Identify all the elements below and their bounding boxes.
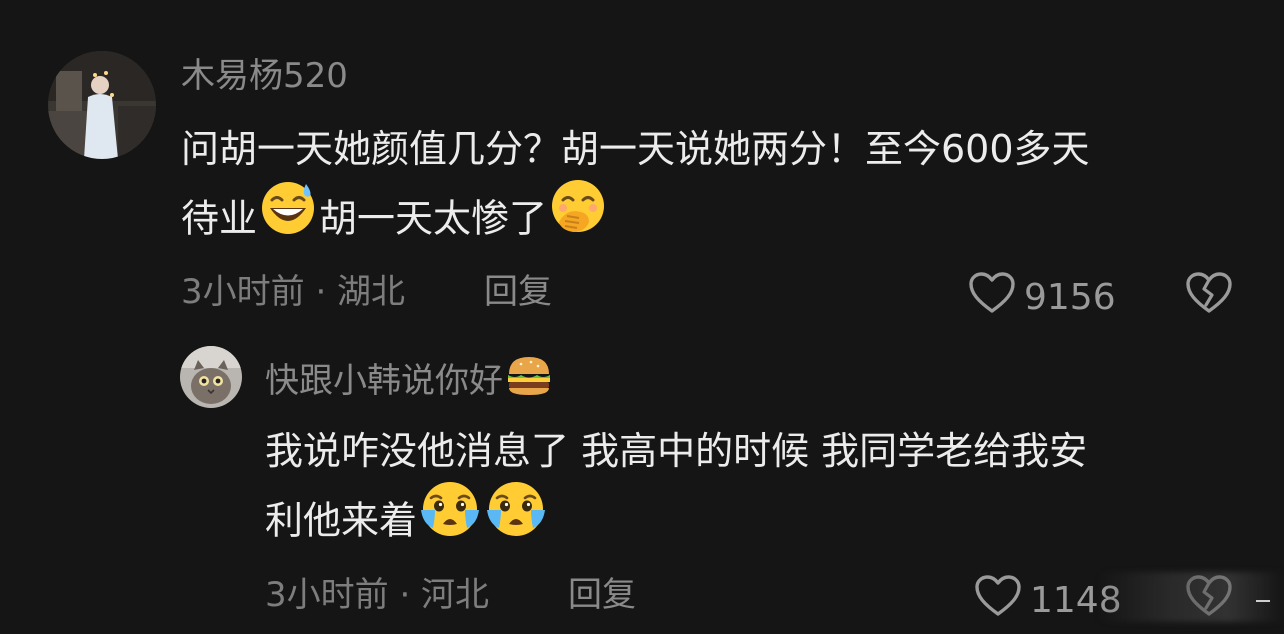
watermark-overlay [1098,572,1284,622]
hamburger-emoji [505,354,553,407]
heart-icon [968,271,1016,324]
comment-text-line: 待业 胡一天太惨了 [181,180,1090,248]
username-text: 快跟小韩说你好 [265,361,503,401]
comment-text: 我说咋没他消息了 我高中的时候 我同学老给我安 利他来着 [265,418,1087,550]
grinning-sweat-emoji [259,178,317,256]
time-location: 3小时前 · 湖北 [181,272,406,312]
broken-heart-icon[interactable] [1185,271,1233,319]
time-location: 3小时前 · 河北 [265,575,490,615]
crying-face-emoji [485,480,547,558]
comment-text-line: 问胡一天她颜值几分？胡一天说她两分！至今600多天 [181,127,1090,171]
divider-mark [1256,600,1270,602]
reply-button[interactable]: 回复 [568,575,636,615]
username[interactable]: 木易杨520 [181,56,348,96]
comment-text-line: 我说咋没他消息了 我高中的时候 我同学老给我安 [265,429,1088,473]
comment-text-segment: 利他来着 [265,498,418,543]
comment-text: 问胡一天她颜值几分？胡一天说她两分！至今600多天 待业 胡一天太惨了 [181,116,1090,248]
comment-text-line: 利他来着 [265,482,1087,550]
heart-icon [974,574,1022,627]
like-button[interactable]: 9156 [968,271,1116,324]
avatar[interactable] [180,346,242,408]
reply-button[interactable]: 回复 [484,272,552,312]
comment-text-segment: 胡一天太惨了 [319,196,548,241]
hand-over-mouth-emoji [549,178,607,256]
like-count: 9156 [1024,276,1116,318]
comment-section: 木易杨520 问胡一天她颜值几分？胡一天说她两分！至今600多天 待业 胡一天太… [0,0,1284,634]
username[interactable]: 快跟小韩说你好 [265,356,555,409]
crying-face-emoji [419,480,481,558]
comment-text-segment: 待业 [181,196,258,241]
avatar[interactable] [48,51,156,159]
